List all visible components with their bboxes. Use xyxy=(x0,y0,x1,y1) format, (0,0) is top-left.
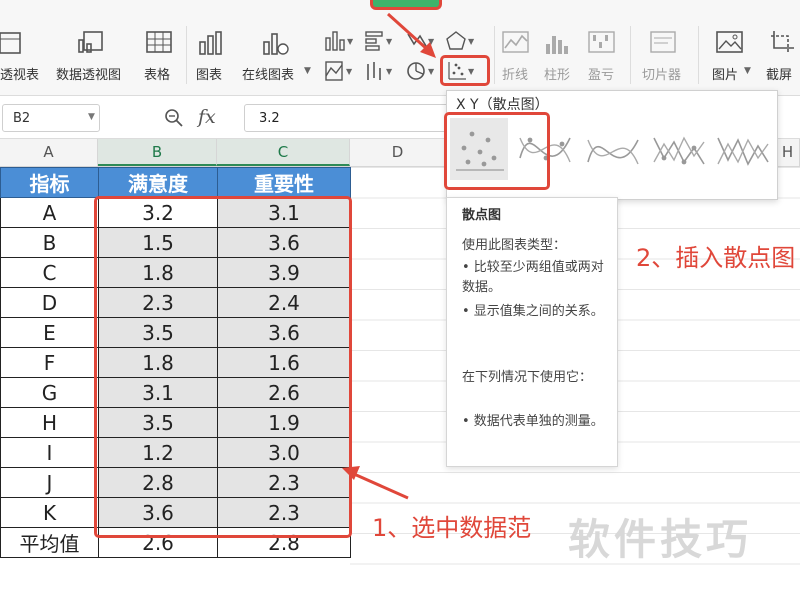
step2-annotation: 2、插入散点图 xyxy=(636,244,796,272)
step1-annotation: 1、选中数据范 xyxy=(372,514,532,542)
watermark: 软件技巧 xyxy=(568,515,753,564)
